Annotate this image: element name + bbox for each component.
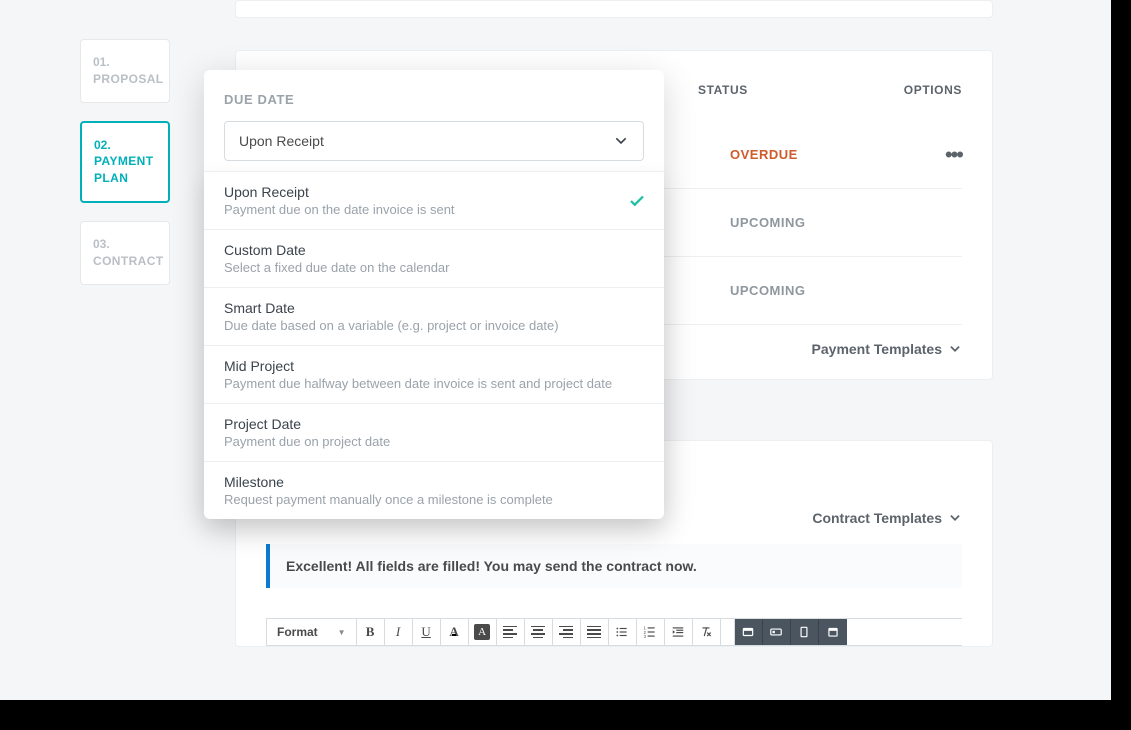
- italic-button[interactable]: I: [385, 619, 413, 645]
- option-title: Mid Project: [224, 358, 644, 374]
- step-label: PAYMENT PLAN: [94, 153, 156, 187]
- format-dropdown[interactable]: Format ▼: [267, 619, 357, 645]
- underline-button[interactable]: U: [413, 619, 441, 645]
- text-color-button[interactable]: A: [441, 619, 469, 645]
- option-title: Project Date: [224, 416, 644, 432]
- option-project-date[interactable]: Project Date Payment due on project date: [204, 404, 664, 462]
- insert-image-button[interactable]: [735, 619, 763, 645]
- numbered-list-button[interactable]: 123: [637, 619, 665, 645]
- col-header-options: OPTIONS: [904, 83, 962, 97]
- step-num: 03.: [93, 236, 157, 253]
- contract-message: Excellent! All fields are filled! You ma…: [266, 544, 962, 588]
- contract-message-text: Excellent! All fields are filled! You ma…: [286, 558, 697, 574]
- due-date-select[interactable]: Upon Receipt: [224, 121, 644, 161]
- bold-button[interactable]: B: [357, 619, 385, 645]
- check-icon: [628, 192, 646, 215]
- align-justify-button[interactable]: [581, 619, 609, 645]
- bullet-list-button[interactable]: [609, 619, 637, 645]
- option-subtitle: Payment due on project date: [224, 434, 644, 449]
- popover-title: DUE DATE: [224, 92, 644, 107]
- align-left-button[interactable]: [497, 619, 525, 645]
- align-center-button[interactable]: [525, 619, 553, 645]
- outdent-button[interactable]: [665, 619, 693, 645]
- row-options-button[interactable]: •••: [945, 153, 962, 157]
- insert-link-button[interactable]: [763, 619, 791, 645]
- background-color-button[interactable]: A: [469, 619, 497, 645]
- chevron-down-icon: [948, 342, 962, 356]
- option-mid-project[interactable]: Mid Project Payment due halfway between …: [204, 346, 664, 404]
- clear-formatting-button[interactable]: [693, 619, 721, 645]
- option-title: Custom Date: [224, 242, 644, 258]
- frame-border-right: [1111, 0, 1131, 730]
- format-label: Format: [277, 625, 318, 639]
- editor-toolbar: Format ▼ B I U A A 123: [266, 618, 962, 646]
- chevron-down-icon: [948, 511, 962, 525]
- option-upon-receipt[interactable]: Upon Receipt Payment due on the date inv…: [204, 172, 664, 230]
- step-num: 01.: [93, 54, 157, 71]
- insert-file-button[interactable]: [791, 619, 819, 645]
- option-subtitle: Payment due on the date invoice is sent: [224, 202, 644, 217]
- step-label: CONTRACT: [93, 253, 157, 270]
- frame-border-bottom: [0, 700, 1131, 730]
- svg-text:3: 3: [644, 634, 647, 639]
- due-date-options-list: Upon Receipt Payment due on the date inv…: [204, 171, 664, 519]
- align-right-button[interactable]: [553, 619, 581, 645]
- caret-down-icon: ▼: [338, 628, 346, 637]
- col-header-status: STATUS: [698, 83, 898, 97]
- option-subtitle: Payment due halfway between date invoice…: [224, 376, 644, 391]
- option-title: Milestone: [224, 474, 644, 490]
- due-date-selected-value: Upon Receipt: [239, 133, 324, 149]
- option-custom-date[interactable]: Custom Date Select a fixed due date on t…: [204, 230, 664, 288]
- option-subtitle: Request payment manually once a mileston…: [224, 492, 644, 507]
- contract-templates-label: Contract Templates: [812, 510, 942, 526]
- option-subtitle: Due date based on a variable (e.g. proje…: [224, 318, 644, 333]
- insert-calendar-button[interactable]: [819, 619, 847, 645]
- chevron-down-icon: [613, 133, 629, 149]
- step-contract[interactable]: 03. CONTRACT: [80, 221, 170, 285]
- step-num: 02.: [94, 137, 156, 154]
- status-badge: UPCOMING: [730, 283, 806, 298]
- option-milestone[interactable]: Milestone Request payment manually once …: [204, 462, 664, 519]
- due-date-popover: DUE DATE Upon Receipt Upon Receipt Payme…: [204, 70, 664, 519]
- step-proposal[interactable]: 01. PROPOSAL: [80, 39, 170, 103]
- option-subtitle: Select a fixed due date on the calendar: [224, 260, 644, 275]
- option-title: Upon Receipt: [224, 184, 644, 200]
- status-badge: UPCOMING: [730, 215, 806, 230]
- option-title: Smart Date: [224, 300, 644, 316]
- step-payment-plan[interactable]: 02. PAYMENT PLAN: [80, 121, 170, 203]
- payment-templates-label: Payment Templates: [812, 341, 942, 357]
- proposal-card-collapsed: [235, 0, 993, 18]
- status-badge: OVERDUE: [730, 147, 798, 162]
- step-label: PROPOSAL: [93, 71, 157, 88]
- step-nav: 01. PROPOSAL 02. PAYMENT PLAN 03. CONTRA…: [80, 39, 170, 303]
- option-smart-date[interactable]: Smart Date Due date based on a variable …: [204, 288, 664, 346]
